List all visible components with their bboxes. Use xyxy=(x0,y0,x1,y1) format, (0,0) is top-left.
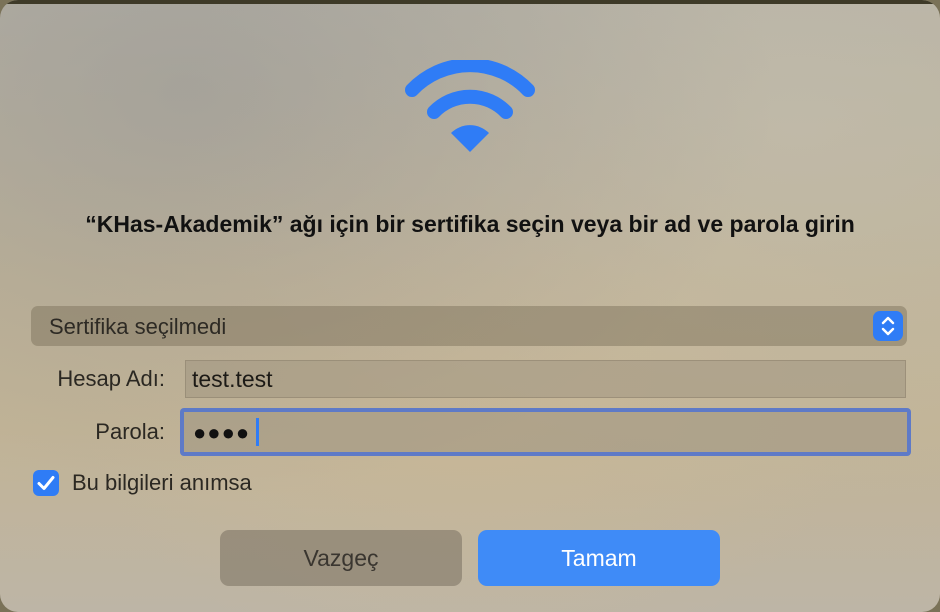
cancel-button[interactable]: Vazgeç xyxy=(220,530,462,586)
password-masked-value: ●●●● xyxy=(193,420,251,445)
text-caret xyxy=(256,418,259,446)
checkmark-icon xyxy=(37,476,55,490)
account-name-value: test.test xyxy=(192,366,273,392)
network-auth-dialog: “KHas-Akademik” ağı için bir sertifika s… xyxy=(0,0,940,612)
wifi-icon xyxy=(405,60,535,152)
dialog-title: “KHas-Akademik” ağı için bir sertifika s… xyxy=(85,211,855,237)
remember-checkbox[interactable] xyxy=(33,470,59,496)
account-name-label: Hesap Adı: xyxy=(57,366,165,391)
password-field[interactable]: ●●●● xyxy=(180,408,911,456)
certificate-select[interactable]: Sertifika seçilmedi xyxy=(31,306,907,346)
chevron-up-down-icon[interactable] xyxy=(873,311,903,341)
remember-label[interactable]: Bu bilgileri anımsa xyxy=(72,470,252,496)
ok-button[interactable]: Tamam xyxy=(478,530,720,586)
account-name-field[interactable]: test.test xyxy=(185,360,906,398)
background-strip xyxy=(0,0,940,4)
certificate-select-value: Sertifika seçilmedi xyxy=(49,314,227,339)
password-label: Parola: xyxy=(95,419,165,444)
